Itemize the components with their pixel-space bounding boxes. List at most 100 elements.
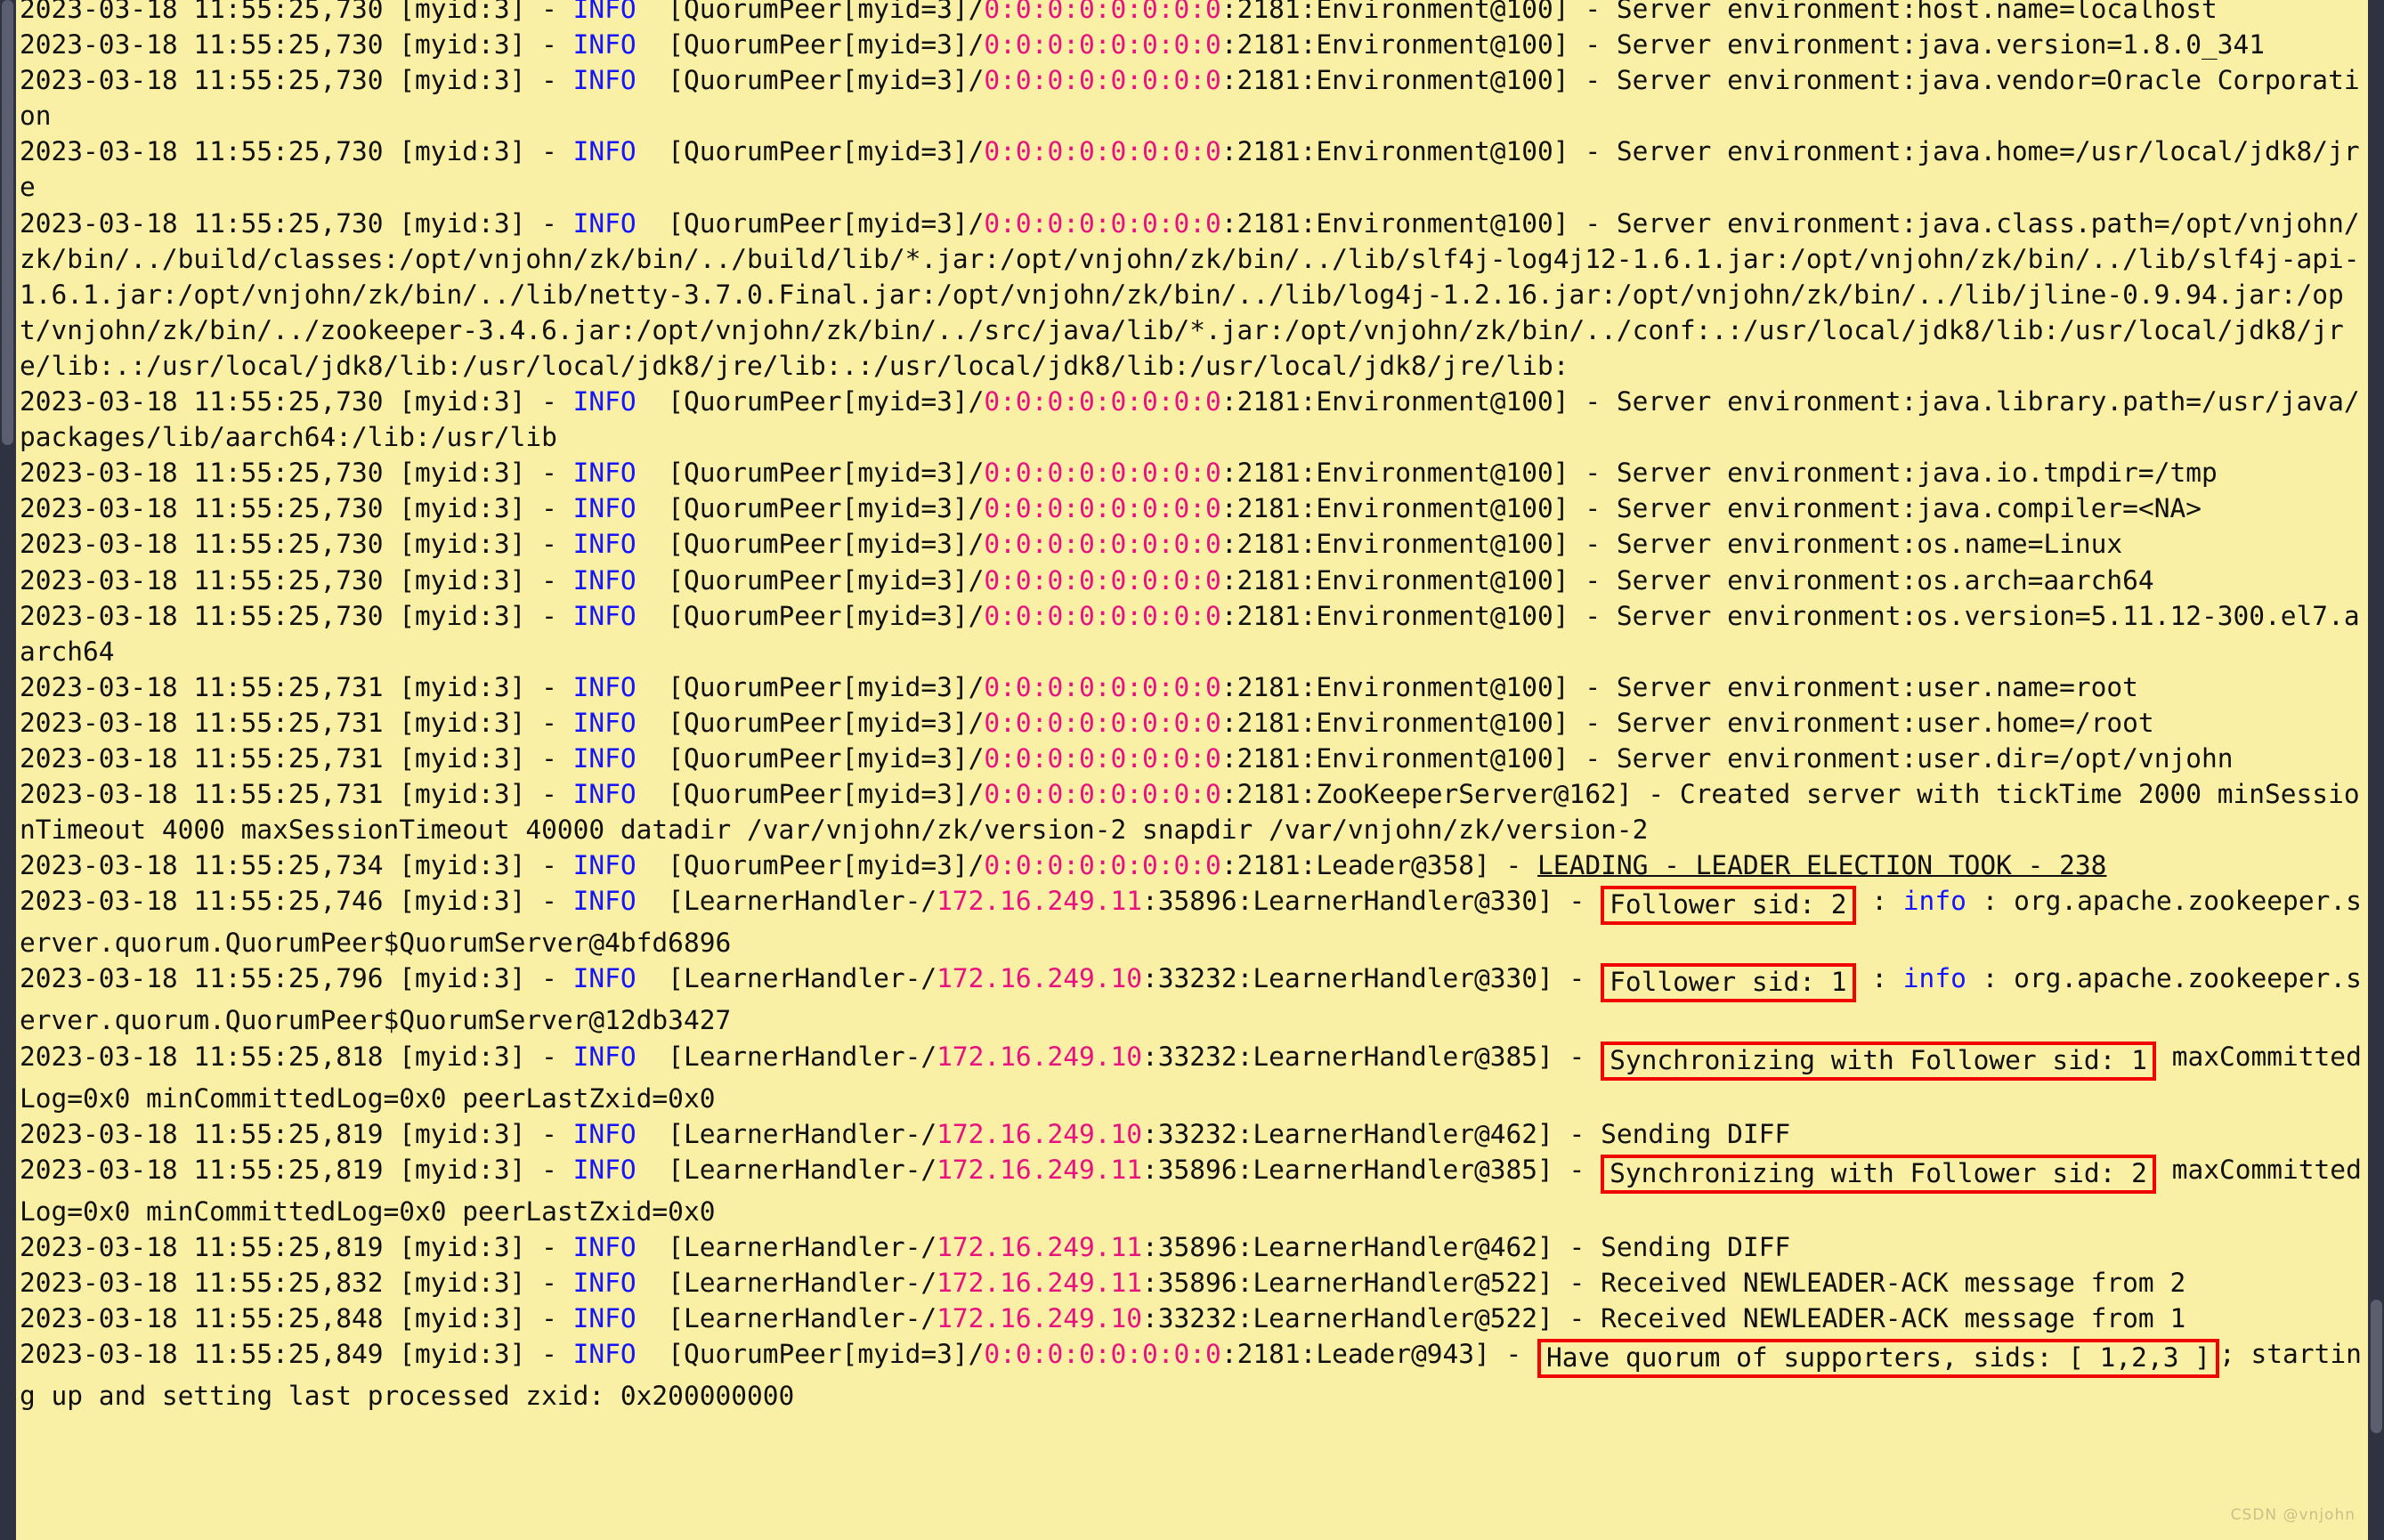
log-text: [QuorumPeer[myid=3]/ bbox=[636, 529, 985, 560]
log-text: :33232:LearnerHandler@462] - Sending DIF… bbox=[1142, 1118, 1791, 1149]
log-text: :2181:Environment@100] - Server environm… bbox=[1220, 458, 2218, 489]
network-address: 0:0:0:0:0:0:0:0 bbox=[984, 529, 1221, 560]
log-text: :2181:Leader@358] - bbox=[1220, 850, 1538, 881]
log-text: :2181:Environment@100] - Server environm… bbox=[1220, 707, 2154, 738]
log-text: 2023-03-18 11:55:25,796 [myid:3] - bbox=[20, 963, 573, 994]
log-text: : bbox=[1855, 963, 1903, 994]
vertical-scrollbar-thumb[interactable] bbox=[2371, 1300, 2382, 1433]
log-level-badge: INFO bbox=[572, 564, 637, 596]
log-level-badge: INFO bbox=[572, 742, 637, 774]
network-address: 0:0:0:0:0:0:0:0 bbox=[984, 29, 1221, 61]
vertical-scrollbar-track[interactable] bbox=[2368, 0, 2384, 1540]
network-address: 0:0:0:0:0:0:0:0 bbox=[984, 600, 1221, 631]
log-text: :2181:Environment@100] - Server environm… bbox=[1220, 29, 2266, 61]
log-level-badge: INFO bbox=[572, 386, 637, 417]
log-text: :33232:LearnerHandler@522] - Received NE… bbox=[1142, 1303, 2186, 1333]
network-address: 0:0:0:0:0:0:0:0 bbox=[984, 493, 1221, 524]
log-level-badge: INFO bbox=[572, 1339, 637, 1370]
log-level-badge: INFO bbox=[572, 529, 637, 560]
log-text: :33232:LearnerHandler@385] - bbox=[1142, 1041, 1601, 1072]
log-text: [QuorumPeer[myid=3]/ bbox=[636, 1339, 985, 1370]
log-text: :35896:LearnerHandler@522] - Received NE… bbox=[1142, 1267, 2186, 1298]
log-text: :2181:Environment@100] - Server environm… bbox=[1220, 529, 2123, 560]
log-line: 2023-03-18 11:55:25,730 [myid:3] - INFO … bbox=[20, 384, 2372, 455]
log-text: 2023-03-18 11:55:25,730 [myid:3] - bbox=[20, 29, 573, 61]
log-text: 2023-03-18 11:55:25,746 [myid:3] - bbox=[20, 886, 573, 917]
log-line: 2023-03-18 11:55:25,731 [myid:3] - INFO … bbox=[20, 705, 2372, 741]
network-address: 0:0:0:0:0:0:0:0 bbox=[984, 0, 1221, 24]
terminal-window: 2023-03-18 11:55:25,730 [myid:3] - INFO … bbox=[0, 0, 2384, 1540]
log-text: [QuorumPeer[myid=3]/ bbox=[636, 707, 985, 738]
log-line: 2023-03-18 11:55:25,730 [myid:3] - INFO … bbox=[20, 526, 2372, 562]
left-scrollbar-track[interactable] bbox=[0, 0, 16, 1540]
log-text: [QuorumPeer[myid=3]/ bbox=[636, 458, 985, 489]
network-address: 172.16.249.10 bbox=[937, 1041, 1143, 1072]
log-line: 2023-03-18 11:55:25,730 [myid:3] - INFO … bbox=[20, 27, 2372, 62]
log-line: 2023-03-18 11:55:25,818 [myid:3] - INFO … bbox=[20, 1039, 2372, 1116]
log-text: 2023-03-18 11:55:25,832 [myid:3] - bbox=[20, 1267, 573, 1298]
log-level-badge: INFO bbox=[572, 493, 637, 524]
log-text: [QuorumPeer[myid=3]/ bbox=[636, 779, 985, 810]
log-text: 2023-03-18 11:55:25,730 [myid:3] - bbox=[20, 65, 573, 96]
highlight-box: Have quorum of supporters, sids: [ 1,2,3… bbox=[1537, 1339, 2219, 1379]
network-address: 0:0:0:0:0:0:0:0 bbox=[984, 1339, 1221, 1370]
network-address: 0:0:0:0:0:0:0:0 bbox=[984, 458, 1221, 489]
log-text: :2181:Environment@100] - Server environm… bbox=[1220, 493, 2202, 524]
log-line: 2023-03-18 11:55:25,730 [myid:3] - INFO … bbox=[20, 0, 2372, 27]
highlight-box: Synchronizing with Follower sid: 2 bbox=[1601, 1154, 2156, 1194]
log-level-badge: info bbox=[1902, 886, 1966, 917]
log-text: 2023-03-18 11:55:25,730 [myid:3] - bbox=[20, 0, 573, 24]
underlined-text: LEADING - LEADER ELECTION TOOK - 238 bbox=[1537, 850, 2107, 881]
network-address: 0:0:0:0:0:0:0:0 bbox=[984, 707, 1221, 738]
log-text: 2023-03-18 11:55:25,734 [myid:3] - bbox=[20, 850, 573, 881]
log-level-badge: info bbox=[1902, 963, 1966, 994]
network-address: 172.16.249.11 bbox=[937, 886, 1143, 917]
log-text: [QuorumPeer[myid=3]/ bbox=[636, 600, 985, 631]
log-level-badge: INFO bbox=[572, 600, 637, 631]
log-text: 2023-03-18 11:55:25,730 [myid:3] - bbox=[20, 386, 573, 417]
log-text: 2023-03-18 11:55:25,730 [myid:3] - bbox=[20, 493, 573, 524]
log-level-badge: INFO bbox=[572, 1118, 637, 1149]
log-line: 2023-03-18 11:55:25,746 [myid:3] - INFO … bbox=[20, 883, 2372, 960]
highlight-box: Follower sid: 2 bbox=[1601, 886, 1856, 926]
network-address: 172.16.249.11 bbox=[937, 1231, 1143, 1262]
log-text: [QuorumPeer[myid=3]/ bbox=[636, 564, 985, 596]
log-text: 2023-03-18 11:55:25,819 [myid:3] - bbox=[20, 1118, 573, 1149]
log-text: :35896:LearnerHandler@462] - Sending DIF… bbox=[1142, 1231, 1791, 1262]
left-scrollbar-thumb[interactable] bbox=[2, 0, 13, 445]
log-level-badge: INFO bbox=[572, 707, 637, 738]
log-text: [QuorumPeer[myid=3]/ bbox=[636, 65, 985, 96]
log-text: [QuorumPeer[myid=3]/ bbox=[636, 386, 985, 417]
log-text: :2181:Environment@100] - Server environm… bbox=[1220, 671, 2138, 702]
log-line: 2023-03-18 11:55:25,730 [myid:3] - INFO … bbox=[20, 62, 2372, 134]
log-text: [QuorumPeer[myid=3]/ bbox=[636, 29, 985, 61]
log-level-badge: INFO bbox=[572, 65, 637, 96]
log-line: 2023-03-18 11:55:25,730 [myid:3] - INFO … bbox=[20, 490, 2372, 526]
log-text: [QuorumPeer[myid=3]/ bbox=[636, 850, 985, 881]
watermark-label: CSDN @vnjohn bbox=[2230, 1506, 2356, 1524]
log-text: 2023-03-18 11:55:25,848 [myid:3] - bbox=[20, 1303, 573, 1333]
log-text: 2023-03-18 11:55:25,731 [myid:3] - bbox=[20, 671, 573, 702]
log-line: 2023-03-18 11:55:25,796 [myid:3] - INFO … bbox=[20, 960, 2372, 1038]
log-level-badge: INFO bbox=[572, 1267, 637, 1298]
network-address: 0:0:0:0:0:0:0:0 bbox=[984, 207, 1221, 239]
log-line: 2023-03-18 11:55:25,730 [myid:3] - INFO … bbox=[20, 563, 2372, 598]
log-text: :2181:Environment@100] - Server environm… bbox=[1220, 564, 2154, 596]
log-text: [LearnerHandler-/ bbox=[636, 963, 937, 994]
log-output: 2023-03-18 11:55:25,730 [myid:3] - INFO … bbox=[20, 0, 2372, 1414]
log-level-badge: INFO bbox=[572, 0, 637, 24]
log-text: [QuorumPeer[myid=3]/ bbox=[636, 671, 985, 702]
log-text: 2023-03-18 11:55:25,849 [myid:3] - bbox=[20, 1339, 573, 1370]
log-text: 2023-03-18 11:55:25,731 [myid:3] - bbox=[20, 707, 573, 738]
log-text: [QuorumPeer[myid=3]/ bbox=[636, 207, 985, 239]
log-text: [LearnerHandler-/ bbox=[636, 1231, 937, 1262]
log-line: 2023-03-18 11:55:25,819 [myid:3] - INFO … bbox=[20, 1229, 2372, 1265]
log-level-badge: INFO bbox=[572, 886, 637, 917]
log-text: [LearnerHandler-/ bbox=[636, 1118, 937, 1149]
log-text: [LearnerHandler-/ bbox=[636, 1267, 937, 1298]
log-text: 2023-03-18 11:55:25,730 [myid:3] - bbox=[20, 136, 573, 167]
log-text: 2023-03-18 11:55:25,730 [myid:3] - bbox=[20, 458, 573, 489]
highlight-box: Synchronizing with Follower sid: 1 bbox=[1601, 1041, 2156, 1081]
network-address: 172.16.249.10 bbox=[937, 1303, 1143, 1333]
log-level-badge: INFO bbox=[572, 671, 637, 702]
